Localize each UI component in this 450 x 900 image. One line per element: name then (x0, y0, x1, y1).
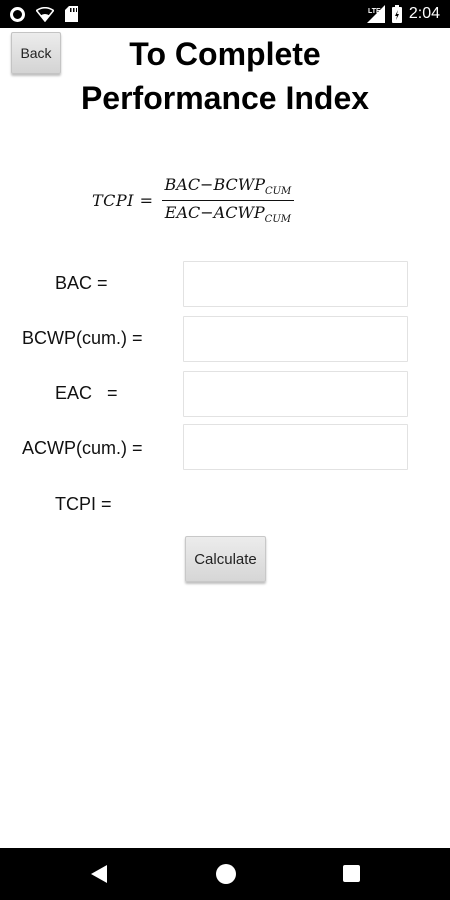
home-circle-icon[interactable] (216, 864, 236, 884)
recents-square-icon[interactable] (343, 865, 360, 882)
battery-icon (391, 5, 402, 23)
formula-denominator: EAC−ACWPCUM (162, 201, 294, 225)
sd-card-icon (65, 6, 78, 22)
bcwp-input[interactable] (183, 316, 408, 362)
formula-denominator-sub: CUM (264, 213, 291, 225)
status-bar: LTE 2:04 (0, 0, 450, 28)
bac-label: BAC = (55, 273, 108, 293)
navigation-bar (0, 848, 450, 900)
page-title: To Complete Performance Index (0, 32, 450, 120)
eac-input[interactable] (183, 371, 408, 417)
acwp-input[interactable] (183, 424, 408, 470)
back-triangle-icon[interactable] (91, 865, 107, 883)
formula-numerator-text: BAC−BCWP (164, 175, 265, 195)
tcpi-formula: TCPI = BAC−BCWPCUM EAC−ACWPCUM (92, 168, 295, 232)
acwp-label: ACWP(cum.) = (22, 438, 143, 458)
cell-signal-icon: LTE (366, 5, 385, 23)
tcpi-result-label: TCPI = (55, 494, 112, 514)
formula-fraction: BAC−BCWPCUM EAC−ACWPCUM (161, 175, 295, 225)
calculate-button[interactable]: Calculate (185, 536, 266, 582)
circle-notification-icon (10, 6, 25, 22)
wifi-off-icon (36, 6, 54, 22)
network-type-label: LTE (368, 8, 381, 15)
formula-denominator-text: EAC−ACWP (164, 202, 265, 222)
bcwp-label: BCWP(cum.) = (22, 328, 143, 348)
formula-numerator: BAC−BCWPCUM (161, 175, 295, 201)
eac-label: EAC = (55, 383, 118, 403)
bac-input[interactable] (183, 261, 408, 307)
back-button[interactable]: Back (11, 32, 61, 74)
status-time: 2:04 (408, 5, 440, 22)
page-title-line2: Performance Index (80, 80, 370, 116)
formula-numerator-sub: CUM (264, 186, 292, 198)
formula-lhs: TCPI = (92, 190, 154, 210)
page-title-line1: To Complete (129, 36, 321, 72)
